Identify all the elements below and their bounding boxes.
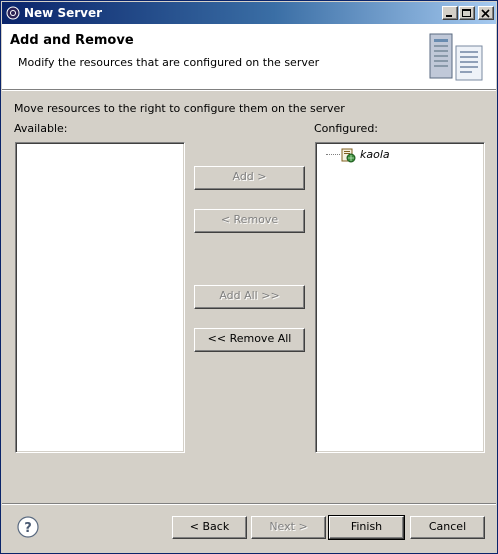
tree-connector <box>326 154 340 155</box>
back-button[interactable]: < Back <box>172 516 247 539</box>
minimize-button[interactable] <box>442 6 458 20</box>
add-all-button[interactable]: Add All >> <box>194 285 305 309</box>
available-list[interactable] <box>15 142 185 453</box>
cancel-button[interactable]: Cancel <box>410 516 485 539</box>
maximize-button[interactable] <box>459 6 475 20</box>
next-button[interactable]: Next > <box>251 516 326 539</box>
maximize-icon <box>462 9 471 17</box>
footer-divider-highlight <box>2 504 496 505</box>
wizard-banner: Add and Remove Modify the resources that… <box>2 24 496 90</box>
remove-button[interactable]: < Remove <box>194 209 305 233</box>
svg-text:?: ? <box>24 521 32 536</box>
tree-item-kaola[interactable]: kaola <box>326 147 476 163</box>
page-title: Add and Remove <box>10 33 134 48</box>
banner-divider <box>2 90 496 91</box>
web-module-icon <box>341 148 356 163</box>
server-wizard-icon <box>429 33 483 81</box>
remove-all-button[interactable]: << Remove All <box>194 328 305 352</box>
available-label: Available: <box>14 122 68 135</box>
configured-label: Configured: <box>314 122 379 135</box>
instruction-text: Move resources to the right to configure… <box>14 102 345 115</box>
page-description: Modify the resources that are configured… <box>18 56 320 69</box>
add-button[interactable]: Add > <box>194 166 305 190</box>
window-title: New Server <box>24 6 103 20</box>
eclipse-icon <box>6 6 20 20</box>
help-icon[interactable]: ? <box>17 516 39 538</box>
configured-list[interactable]: kaola <box>315 142 485 453</box>
minimize-icon <box>446 15 452 17</box>
new-server-dialog: New Server Add and Remove Modify the res… <box>0 0 498 554</box>
close-icon <box>481 9 490 18</box>
finish-button[interactable]: Finish <box>328 515 405 540</box>
close-button[interactable] <box>478 6 494 20</box>
tree-item-label: kaola <box>360 148 390 161</box>
title-bar[interactable]: New Server <box>2 2 496 24</box>
